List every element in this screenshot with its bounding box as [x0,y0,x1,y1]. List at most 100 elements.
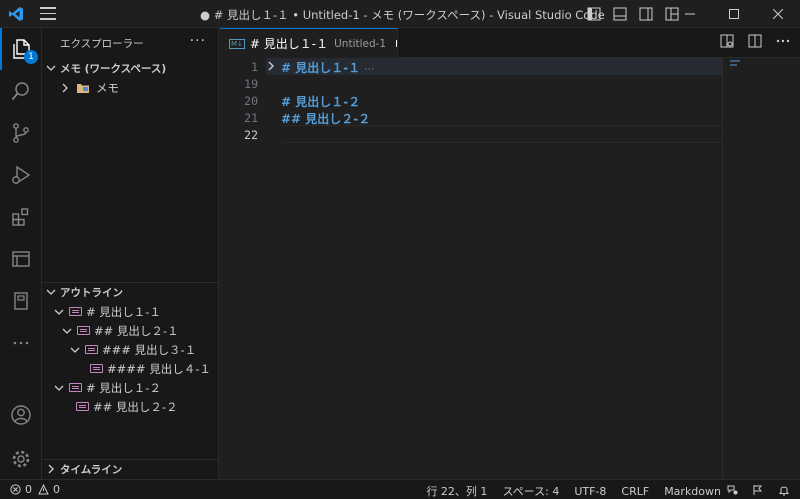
outline-item-label: # 見出し１-１ [86,304,161,319]
code-line: # 見出し１-２ [281,95,361,109]
editor-tab-bar: M↓ # 見出し１-１ Untitled-1 [220,28,800,58]
warning-count: 0 [53,483,60,496]
code-line: # 見出し１-１ ⋯ [281,59,374,76]
fold-chevron-right-icon[interactable] [266,60,276,75]
encoding[interactable]: UTF-8 [574,485,606,498]
open-preview-to-side-icon[interactable] [720,34,734,51]
chevron-down-icon [42,287,60,297]
window-title: ● # 見出し１-１ • Untitled-1 - メモ (ワークスペース) -… [200,8,605,22]
sidebar-title: エクスプローラー [60,37,144,50]
line-number: 22 [244,128,258,142]
outline-item[interactable]: # 見出し１-２ [42,378,219,397]
tree-item-folder[interactable]: メモ [42,78,219,97]
line-number: 20 [244,94,258,108]
outline-item[interactable]: ### 見出し３-１ [42,340,219,359]
notifications-bell-icon[interactable] [778,484,790,499]
more-views-tab[interactable] [0,322,42,364]
accounts-tab[interactable] [0,394,42,436]
folded-ellipsis[interactable]: ⋯ [364,64,374,75]
outline-section-header[interactable]: アウトライン [42,282,219,302]
gear-icon [12,450,30,468]
title-bar: ● # 見出し１-１ • Untitled-1 - メモ (ワークスペース) -… [0,0,800,28]
extensions-tab[interactable] [0,196,42,238]
indentation[interactable]: スペース: 4 [502,483,559,499]
more-actions-icon[interactable] [776,34,790,51]
extensions-icon [12,208,29,226]
chevron-right-icon [58,83,72,93]
source-control-icon [13,123,29,143]
account-icon [11,405,31,425]
remote-explorer-icon [12,251,30,267]
toggle-secondary-sidebar-icon[interactable] [637,5,655,23]
line-number: 19 [244,77,258,91]
outline-item[interactable]: #### 見出し４-１ [42,359,219,378]
vscode-logo-icon[interactable] [8,6,24,22]
editor-area[interactable]: 1 # 見出し１-１ ⋯ 19 20 # 見出し１-２ 21 ## 見出し２-２ … [220,58,800,479]
sidebar-header: エクスプローラー ··· [42,28,218,58]
outline-label: アウトライン [60,286,123,299]
outline-item-label: #### 見出し４-１ [107,361,211,376]
minimize-icon[interactable] [668,0,712,28]
folder-icon [77,83,89,93]
end-of-line[interactable]: CRLF [621,485,649,498]
run-debug-tab[interactable] [0,154,42,196]
markdown-file-icon: M↓ [229,38,245,49]
timeline-section-header[interactable]: タイムライン [42,459,219,479]
minimap-divider [722,58,723,479]
outline-item[interactable]: ## 見出し２-２ [42,397,219,416]
remote-explorer-tab[interactable] [0,238,42,280]
activity-bar: 1 [0,28,42,479]
chevron-down-icon [68,345,82,355]
maximize-icon[interactable] [712,0,756,28]
timeline-label: タイムライン [60,463,123,476]
unsaved-dot-icon[interactable] [396,40,397,47]
chevron-down-icon [52,383,66,393]
run-debug-icon [12,165,31,185]
string-symbol-icon [69,383,82,392]
chevron-right-icon [42,464,60,474]
explorer-tab[interactable]: 1 [0,28,42,70]
error-icon [10,484,21,495]
feedback-icon[interactable] [752,484,764,499]
string-symbol-icon [90,364,103,373]
minimap-mark [730,64,737,66]
workspace-label: メモ (ワークスペース) [60,62,167,75]
toggle-panel-icon[interactable] [611,5,629,23]
search-tab[interactable] [0,70,42,112]
outline-item-label: # 見出し１-２ [86,380,161,395]
menu-icon[interactable] [40,7,56,21]
notebook-icon [14,292,28,310]
workspace-section-header[interactable]: メモ (ワークスペース) [42,58,219,78]
chevron-down-icon [52,307,66,317]
cursor-position[interactable]: 行 22、列 1 [426,483,487,499]
tab-name: # 見出し１-１ [249,37,329,51]
string-symbol-icon [69,307,82,316]
explorer-badge: 1 [24,50,38,64]
current-line-highlight [281,125,722,143]
manage-tab[interactable] [0,438,42,480]
language-status-icon[interactable] [727,484,738,498]
search-icon [11,82,29,101]
chevron-down-icon [42,63,60,73]
toggle-primary-sidebar-icon[interactable] [585,5,603,23]
error-count: 0 [25,483,32,496]
tab-description: Untitled-1 [334,37,387,50]
language-mode[interactable]: Markdown [664,485,721,498]
close-icon[interactable] [756,0,800,28]
source-control-tab[interactable] [0,112,42,154]
chevron-down-icon [60,326,74,336]
outline-item[interactable]: ## 見出し２-１ [42,321,219,340]
outline-item[interactable]: # 見出し１-１ [42,302,219,321]
string-symbol-icon [76,402,89,411]
string-symbol-icon [85,345,98,354]
outline-item-label: ## 見出し２-２ [93,399,178,414]
folder-label: メモ [96,80,119,95]
more-actions-icon[interactable]: ··· [190,34,206,48]
minimap-mark [730,60,740,62]
problems-indicator[interactable]: 0 0 [10,483,60,496]
split-editor-icon[interactable] [748,34,762,51]
tab-untitled-1[interactable]: M↓ # 見出し１-１ Untitled-1 [220,28,398,58]
outline-item-label: ## 見出し２-１ [94,323,179,338]
notebook-tab[interactable] [0,280,42,322]
more-icon [13,341,29,345]
